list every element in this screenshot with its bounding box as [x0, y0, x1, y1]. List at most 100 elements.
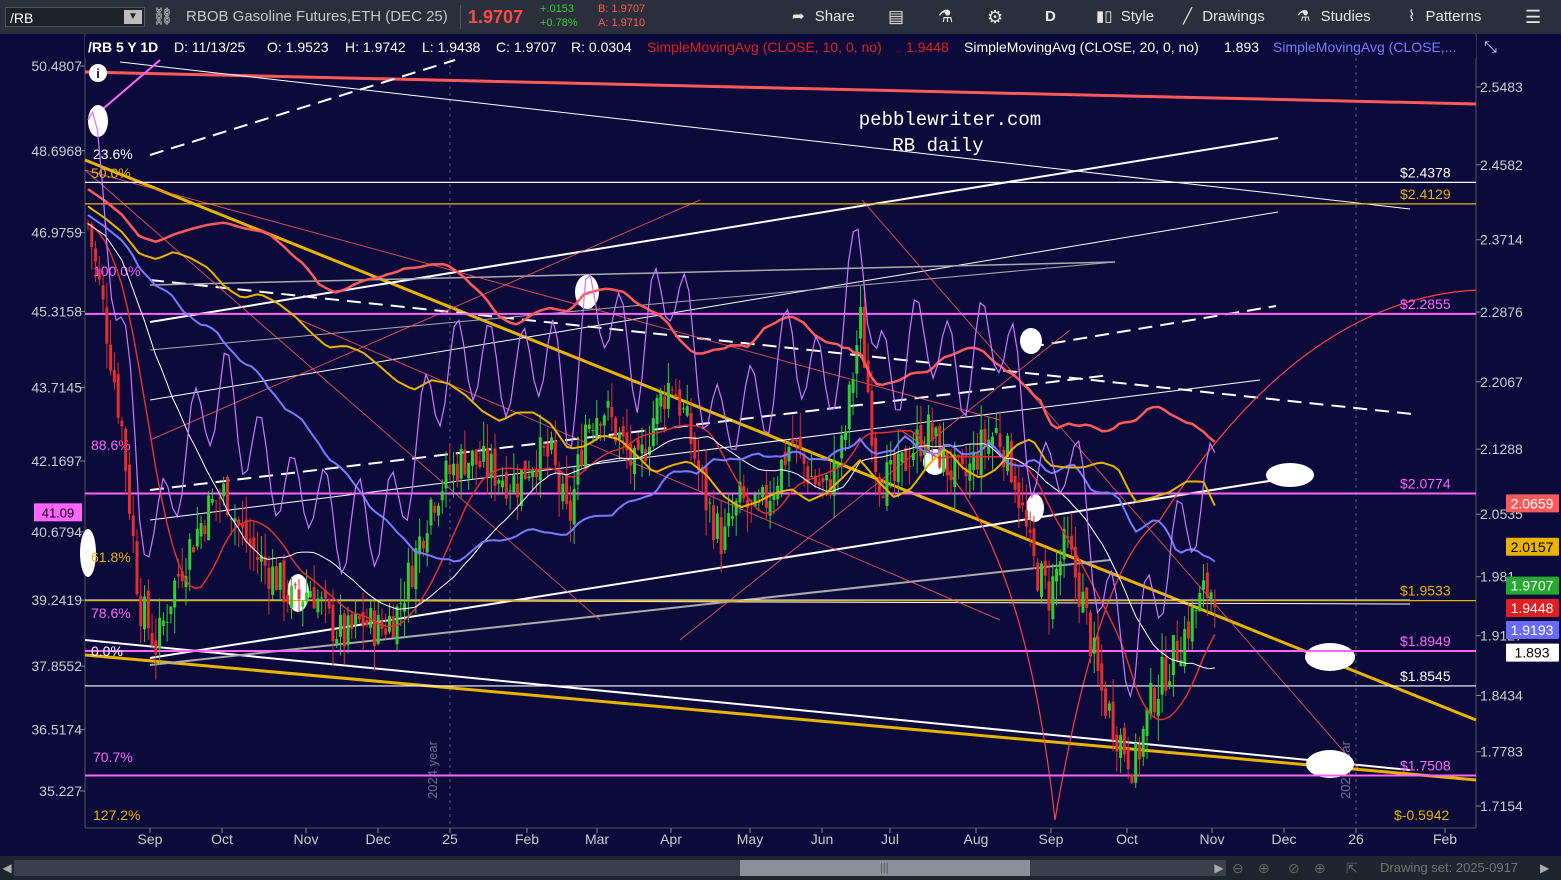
candle-body	[840, 435, 844, 459]
candle-body	[1017, 482, 1021, 509]
candle-body	[730, 516, 734, 519]
candle-body	[282, 560, 286, 603]
candle-body	[297, 589, 301, 599]
x-tick-label: 26	[1348, 831, 1364, 847]
candle-body	[1043, 560, 1047, 576]
symbol-text: /RB	[10, 10, 34, 26]
candle-body	[188, 539, 192, 570]
candle-body	[550, 437, 554, 450]
share-label: Share	[814, 8, 855, 25]
candle-body	[1081, 591, 1085, 613]
x-tick-label: Feb	[515, 831, 539, 847]
candle-body	[998, 433, 1002, 448]
link-icon[interactable]: ⛓	[152, 0, 174, 34]
legend-sma20: SimpleMovingAvg (CLOSE, 20, 0, no)	[964, 39, 1199, 55]
y-tick-label: 2.4582	[1480, 157, 1523, 173]
y-tick-label: 2.2876	[1480, 304, 1523, 320]
scroll-left-icon[interactable]: ◀	[0, 856, 14, 880]
y-tick-label: 2.5483	[1480, 79, 1523, 95]
flask-icon[interactable]: ⚗	[938, 0, 953, 34]
x-tick-label: Jun	[811, 831, 834, 847]
candle-body	[1194, 610, 1198, 612]
marker-ellipse	[1266, 463, 1314, 487]
candle-body	[335, 638, 339, 644]
x-tick-label: Jul	[881, 831, 899, 847]
symbol-input[interactable]: /RB ▼	[5, 7, 145, 27]
price-chart[interactable]: 2024 year2025 year $2.4378$2.4129$2.2855…	[0, 34, 1561, 856]
drawings-button[interactable]: ╱ Drawings	[1183, 0, 1265, 34]
x-tick-label: Dec	[1272, 831, 1297, 847]
zoom-out-icon[interactable]: ⊖	[1232, 856, 1252, 880]
candle-body	[723, 526, 727, 551]
collapse-icon[interactable]: ⤡	[1484, 39, 1497, 56]
pencil-icon: ╱	[1183, 8, 1193, 25]
style-button[interactable]: ▮▯ Style	[1096, 0, 1154, 34]
candle-body	[1032, 528, 1036, 557]
gear-icon[interactable]: ⚙	[987, 0, 1003, 34]
candle-body	[482, 445, 486, 462]
candle-body	[542, 445, 546, 448]
reset-zoom-icon[interactable]: ⊘	[1288, 856, 1308, 880]
candle-body	[387, 615, 391, 632]
y-tick-label: 1.7154	[1480, 798, 1523, 814]
candle-body	[1156, 698, 1160, 717]
candle-body	[1051, 576, 1055, 620]
candle-body	[131, 515, 135, 537]
candle-body	[772, 494, 776, 500]
candle-body	[244, 519, 248, 543]
zoom-in-icon[interactable]: ⊕	[1258, 856, 1278, 880]
candle-body	[1126, 748, 1130, 770]
timeframe-button[interactable]: D	[1045, 0, 1056, 34]
candle-body	[214, 500, 218, 502]
candle-body	[452, 463, 456, 476]
share-button[interactable]: ➦ Share	[792, 0, 855, 34]
patterns-label: Patterns	[1425, 8, 1482, 25]
candle-body	[1171, 634, 1175, 676]
candle-body	[893, 454, 897, 482]
crosshair-icon[interactable]: ⊕	[1314, 856, 1334, 880]
scroll-end-icon[interactable]: ▶	[1540, 856, 1556, 880]
candle-body	[376, 615, 380, 645]
price-tag-label: 1.9448	[1511, 600, 1554, 616]
candle-body	[621, 425, 625, 437]
candle-body	[176, 573, 180, 577]
candle-body	[817, 481, 821, 486]
candle-body	[1202, 580, 1206, 590]
ruler-icon[interactable]: ⇱	[1346, 856, 1366, 880]
candle-body	[949, 470, 953, 481]
bid-value: B: 1.9707	[598, 3, 646, 15]
candle-body	[293, 584, 297, 586]
candle-body	[881, 496, 885, 499]
chart-settings-icon[interactable]: ▤	[888, 0, 904, 34]
candle-body	[1039, 563, 1043, 597]
candle-body	[1104, 688, 1108, 717]
candle-body	[203, 525, 207, 534]
candle-body	[945, 451, 949, 476]
patterns-button[interactable]: ⌇ Patterns	[1408, 0, 1481, 34]
candle-body	[384, 628, 388, 635]
candle-body	[1198, 592, 1202, 612]
left-tick-label: 39.2419	[31, 592, 82, 608]
candle-body	[666, 382, 670, 409]
studies-button[interactable]: ⚗ Studies	[1297, 0, 1371, 34]
symbol-dropdown-icon[interactable]: ▼	[124, 10, 142, 24]
candle-body	[286, 595, 290, 603]
candle-body	[278, 562, 282, 590]
fib-label: 61.8%	[91, 549, 131, 565]
candle-body	[1134, 742, 1138, 783]
candle-body	[350, 614, 354, 630]
scroll-track[interactable]	[14, 860, 1226, 876]
last-price: 1.9707	[468, 7, 524, 27]
candle-body	[267, 568, 271, 590]
scroll-right-icon[interactable]: ▶	[1212, 856, 1226, 880]
candle-body	[327, 599, 331, 609]
x-tick-label: Dec	[366, 831, 391, 847]
menu-icon[interactable]: ☰	[1525, 0, 1541, 34]
info-icon-glyph: i	[96, 66, 100, 81]
candle-body	[346, 615, 350, 645]
chart-scrollbar[interactable]: ◀ ||| ▶ ⊖ ⊕ ⊘ ⊕ ⇱ Drawing set: 2025-0917…	[0, 856, 1561, 880]
candle-body	[414, 548, 418, 590]
candle-body	[1107, 703, 1111, 711]
candle-body	[399, 603, 403, 605]
y-tick-label: 2.3714	[1480, 232, 1523, 248]
